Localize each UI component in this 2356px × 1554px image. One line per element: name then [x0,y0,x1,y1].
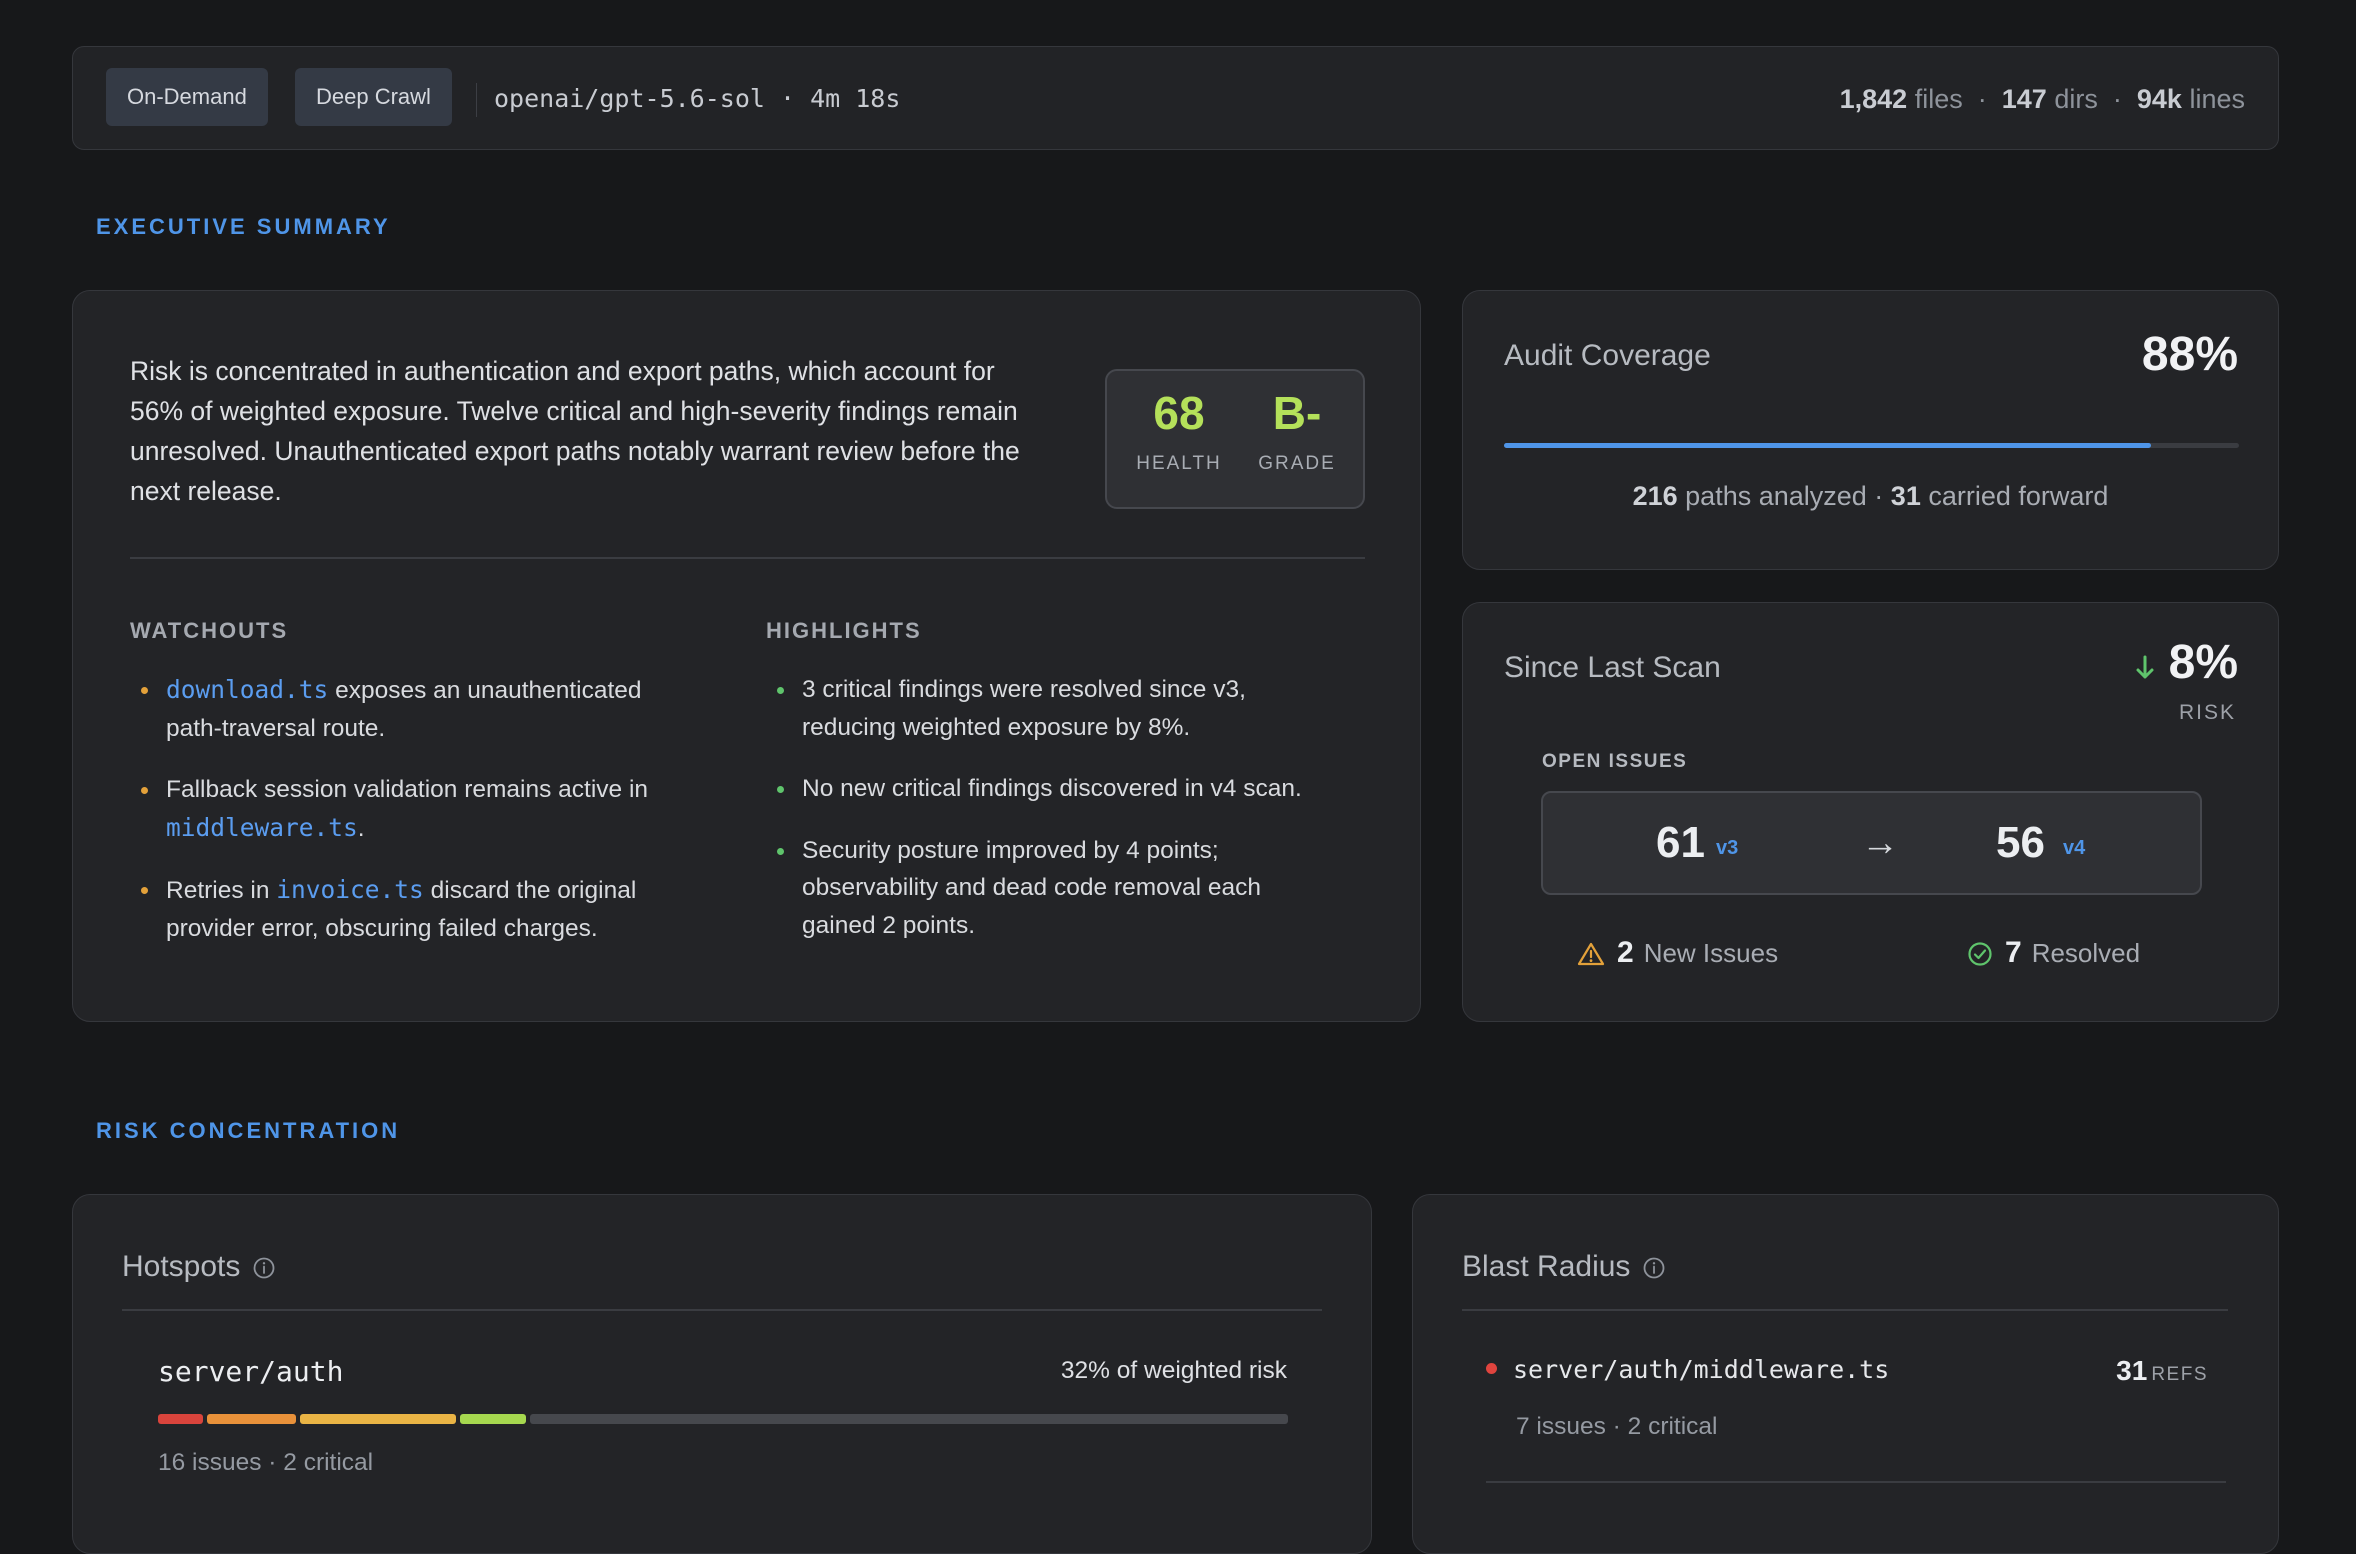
audit-coverage-percent: 88% [2141,328,2238,381]
hotspots-card: Hotspots server/auth 32% of weighted ris… [72,1194,1372,1554]
watchout-item: download.ts exposes an unauthenticated p… [130,671,690,747]
deep-crawl-pill[interactable]: Deep Crawl [295,68,452,126]
forward-count: 31 [1890,481,1921,511]
risk-delta: 8% [2168,636,2238,689]
blast-radius-refs: 31 REFS [2116,1355,2208,1387]
severity-segment [206,1414,296,1424]
refs-label: REFS [2151,1364,2208,1385]
audit-coverage-card: Audit Coverage 88% 216 paths analyzed · … [1462,290,2279,570]
resolved-count: 7 [2005,936,2022,969]
hotspot-risk-share: 32% of weighted risk [1060,1357,1287,1384]
open-issues-label: OPEN ISSUES [1542,751,1688,772]
file-link-download[interactable]: download.ts [166,675,328,704]
paths-count: 216 [1632,481,1678,511]
new-issues-count: 2 [1617,936,1634,969]
highlights-list: 3 critical findings were resolved since … [766,671,1326,968]
hotspot-name[interactable]: server/auth [158,1355,343,1388]
highlight-item: Security posture improved by 4 points; o… [766,832,1326,945]
coverage-caption: 216 paths analyzed · 31 carried forward [1463,481,2278,512]
watchout-item: Fallback session validation remains acti… [130,771,690,847]
health-value: 68 [1153,387,1205,439]
arrow-right-icon: → [1861,822,1899,864]
severity-segment [530,1414,1288,1424]
watchout-text: Retries in [166,877,277,904]
blast-radius-meta: 7 issues · 2 critical [1516,1413,1718,1440]
files-label: files [1914,84,1963,114]
new-issues-label: New Issues [1643,938,1779,968]
watchout-text: . [357,814,365,842]
highlight-item: 3 critical findings were resolved since … [766,671,1326,746]
executive-summary-card: Risk is concentrated in authentication a… [72,290,1421,1022]
grade-value: B- [1272,387,1322,439]
prev-issue-count: 61 [1656,818,1705,867]
critical-dot-icon [1486,1363,1497,1374]
highlight-item: No new critical findings discovered in v… [766,770,1326,808]
hotspots-title: Hotspots [122,1250,241,1283]
prev-version-tag: v3 [1716,837,1739,859]
info-icon[interactable] [1642,1256,1666,1280]
blast-radius-title-row: Blast Radius [1462,1250,1666,1284]
watchouts-heading: WATCHOUTS [130,618,289,643]
new-issues-stat[interactable]: 2 New Issues [1577,933,1778,973]
watchouts-list: download.ts exposes an unauthenticated p… [130,671,690,971]
file-link-invoice[interactable]: invoice.ts [276,875,424,904]
watchout-text: Fallback session validation remains acti… [166,776,649,803]
lines-label: lines [2189,84,2245,114]
hotspot-meta: 16 issues · 2 critical [158,1449,374,1476]
section-heading-risk-concentration: RISK CONCENTRATION [96,1118,401,1143]
since-last-scan-title: Since Last Scan [1504,651,1721,684]
file-link-middleware[interactable]: middleware.ts [166,813,358,842]
blast-radius-title: Blast Radius [1462,1250,1631,1283]
check-circle-icon [1968,942,1992,966]
grade-score: B- GRADE [1242,371,1352,475]
blast-radius-card: Blast Radius server/auth/middleware.ts 3… [1412,1194,2279,1554]
open-issues-comparison: 61 v3 → 56 v4 [1541,791,2202,895]
health-label: HEALTH [1136,453,1222,474]
on-demand-pill[interactable]: On-Demand [106,68,268,126]
resolved-stat[interactable]: 7 Resolved [1967,933,2140,973]
paths-label: paths analyzed · [1685,481,1884,511]
refs-count: 31 [2116,1355,2148,1386]
curr-issue-count: 56 [1996,818,2045,867]
blast-radius-file[interactable]: server/auth/middleware.ts [1513,1355,1889,1384]
coverage-progress-fill [1504,443,2151,448]
section-heading-executive-summary: EXECUTIVE SUMMARY [96,214,391,239]
separator: · [1977,84,1987,114]
summary-paragraph: Risk is concentrated in authentication a… [130,356,1020,506]
warning-icon [1577,942,1605,966]
repo-stats: 1,842 files · 147 dirs · 94k lines [1840,47,2245,151]
resolved-label: Resolved [2031,938,2141,968]
lines-count: 94k [2136,84,2182,114]
audit-coverage-title: Audit Coverage [1504,339,1711,372]
arrow-down-icon [2136,655,2154,679]
forward-label: carried forward [1928,481,2109,511]
dirs-count: 147 [2001,84,2047,114]
curr-version-tag: v4 [2063,837,2086,859]
hotspots-title-row: Hotspots [122,1250,276,1284]
risk-label: RISK [2178,701,2236,724]
severity-segment [459,1414,527,1424]
divider [122,1309,1322,1311]
files-count: 1,842 [1839,84,1908,114]
watchout-item: Retries in invoice.ts discard the origin… [130,871,690,947]
model-and-duration: openai/gpt-5.6-sol · 4m 18s [494,84,901,113]
separator: · [2112,84,2122,114]
since-last-scan-card: Since Last Scan 8% RISK OPEN ISSUES 61 v… [1462,602,2279,1022]
divider [130,557,1365,559]
health-score: 68 HEALTH [1124,371,1234,475]
dirs-label: dirs [2054,84,2098,114]
info-icon[interactable] [252,1256,276,1280]
severity-segment [299,1414,456,1424]
scan-info-bar: On-Demand Deep Crawl openai/gpt-5.6-sol … [72,46,2279,150]
highlights-heading: HIGHLIGHTS [766,618,922,643]
score-box: 68 HEALTH B- GRADE [1105,369,1365,509]
divider [1486,1481,2226,1483]
grade-label: GRADE [1258,453,1336,474]
hotspot-severity-bar [158,1414,1288,1424]
severity-segment [158,1414,203,1424]
divider [476,83,477,117]
divider [1462,1309,2228,1311]
coverage-progress-bar [1504,443,2239,448]
